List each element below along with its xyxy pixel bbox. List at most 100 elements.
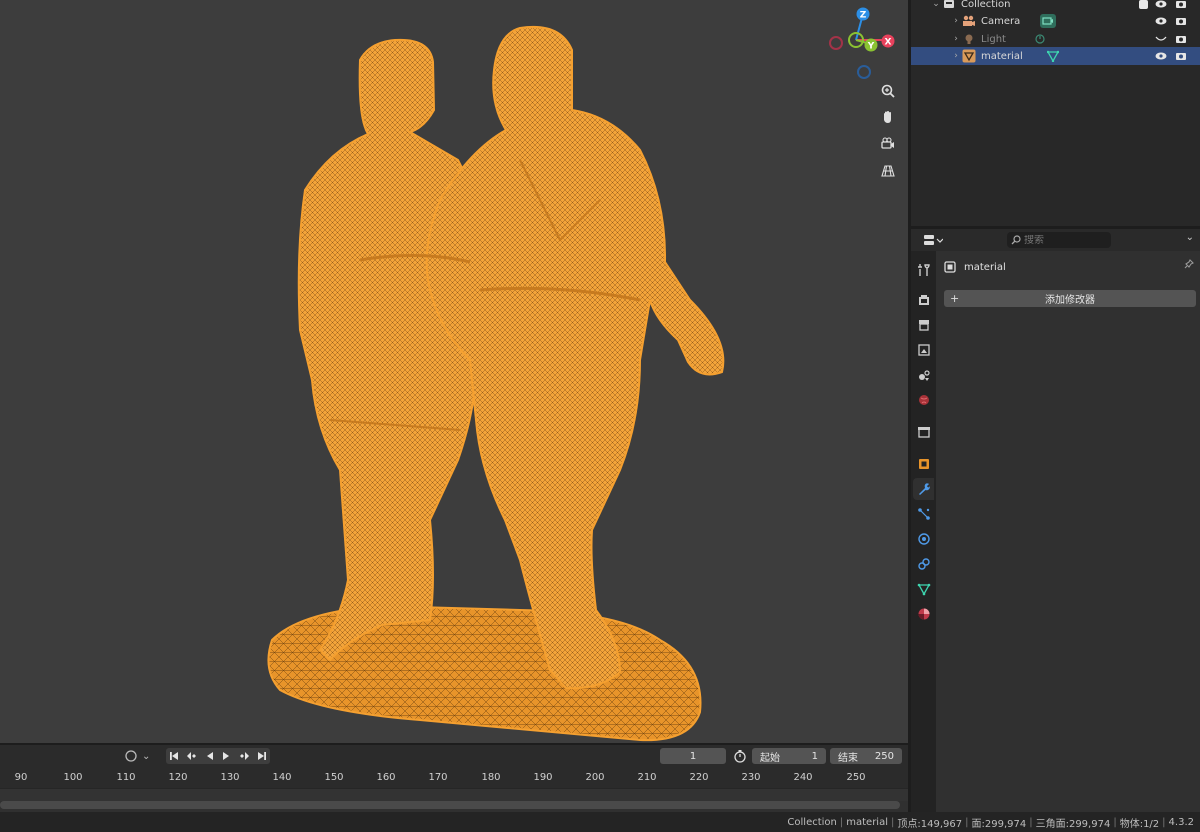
status-bar: Collection | material | 顶点:149,967 | 面:299,… <box>0 812 1200 832</box>
view-layer-icon <box>917 344 930 356</box>
pin-icon[interactable] <box>1184 259 1194 272</box>
chevron-right-icon[interactable]: › <box>951 34 961 44</box>
render-camera-icon[interactable] <box>1174 49 1188 63</box>
frame-tick: 140 <box>272 772 292 783</box>
status-vertices: 顶点:149,967 <box>897 818 963 830</box>
eye-icon[interactable] <box>1154 14 1168 28</box>
properties-search[interactable] <box>1007 232 1111 248</box>
prev-keyframe-icon[interactable] <box>186 751 198 761</box>
axis-gizmo[interactable]: X Z Y <box>826 6 902 82</box>
end-frame-field[interactable]: 结束 250 <box>830 748 902 764</box>
neg-z-handle[interactable] <box>857 65 871 79</box>
mesh-data-icon[interactable] <box>1045 49 1061 63</box>
tab-scene[interactable] <box>913 364 934 386</box>
tab-object[interactable] <box>913 453 934 475</box>
tab-data[interactable] <box>913 578 934 600</box>
tab-constraints[interactable] <box>913 553 934 575</box>
properties-editor[interactable]: ⌄ material + 添加修改器 <box>911 229 1200 812</box>
frame-tick: 120 <box>168 772 188 783</box>
current-frame-field[interactable]: 1 <box>660 748 726 764</box>
tab-tool[interactable] <box>913 259 934 281</box>
mesh-object-icon <box>961 49 977 63</box>
render-camera-icon[interactable] <box>1174 0 1188 11</box>
render-icon <box>918 295 929 305</box>
tab-physics[interactable] <box>913 528 934 550</box>
collection-label: Collection <box>961 0 1011 10</box>
tab-collection[interactable] <box>913 421 934 443</box>
pan-button[interactable] <box>876 105 900 129</box>
play-icon[interactable] <box>221 751 231 761</box>
3d-viewport[interactable]: X Z Y <box>0 0 908 743</box>
frame-tick: 230 <box>741 772 761 783</box>
eye-icon[interactable] <box>1154 0 1168 11</box>
perspective-toggle-button[interactable] <box>876 159 900 183</box>
neg-x-handle[interactable] <box>829 36 843 50</box>
outliner-row-light[interactable]: › Light <box>911 30 1200 48</box>
light-object-icon <box>961 32 977 46</box>
start-frame-field[interactable]: 起始 1 <box>752 748 826 764</box>
frame-tick: 130 <box>220 772 240 783</box>
keying-dropdown[interactable]: ⌄ <box>124 748 154 764</box>
chevron-right-icon[interactable]: › <box>951 16 961 26</box>
camera-view-button[interactable] <box>876 132 900 156</box>
chevron-down-icon[interactable]: ⌄ <box>931 0 941 9</box>
next-keyframe-icon[interactable] <box>238 751 250 761</box>
chevron-down-icon[interactable]: ⌄ <box>1186 232 1194 243</box>
output-icon <box>918 320 929 331</box>
tab-material[interactable] <box>913 603 934 625</box>
object-name-row: material <box>944 259 1006 275</box>
tab-world[interactable] <box>913 389 934 411</box>
editor-type-icon <box>924 235 943 245</box>
frame-tick: 110 <box>116 772 136 783</box>
zoom-button[interactable] <box>876 79 900 103</box>
eye-closed-icon[interactable] <box>1154 32 1168 46</box>
eye-icon[interactable] <box>1154 49 1168 63</box>
tab-particles[interactable] <box>913 503 934 525</box>
render-camera-icon[interactable] <box>1174 32 1188 46</box>
mesh-data-icon <box>917 583 930 596</box>
camera-data-icon[interactable] <box>1040 14 1057 28</box>
object-name: material <box>964 261 1006 273</box>
play-reverse-icon[interactable] <box>205 751 215 761</box>
frame-tick: 250 <box>846 772 866 783</box>
tab-modifiers[interactable] <box>913 478 934 500</box>
physics-icon <box>917 533 930 545</box>
tab-output[interactable] <box>913 314 934 336</box>
frame-tick: 100 <box>63 772 83 783</box>
frame-tick: 240 <box>793 772 813 783</box>
timeline-editor[interactable]: ⌄ 1 起始 1 结束 250 90 100 110 120 130 140 1… <box>0 745 908 812</box>
search-icon <box>1011 235 1021 245</box>
x-axis-label: X <box>885 38 892 48</box>
add-modifier-label: 添加修改器 <box>1045 295 1095 306</box>
frame-tick: 90 <box>14 772 28 783</box>
jump-start-icon[interactable] <box>169 751 179 761</box>
editor-type-dropdown[interactable] <box>919 232 947 248</box>
chevron-right-icon[interactable]: › <box>951 51 961 61</box>
frame-ruler[interactable]: 90 100 110 120 130 140 150 160 170 180 1… <box>0 767 908 789</box>
jump-end-icon[interactable] <box>257 751 267 761</box>
tool-icon <box>917 264 930 276</box>
outliner-panel[interactable]: ⌄ Collection › Camera › Light › material <box>911 0 1200 226</box>
outliner-row-material[interactable]: › material <box>911 47 1200 65</box>
plus-icon: + <box>950 292 960 305</box>
timeline-scrollbar[interactable] <box>0 801 900 809</box>
outliner-row-camera[interactable]: › Camera <box>911 12 1200 30</box>
collection-checkbox[interactable] <box>1139 0 1148 9</box>
keyframe-track[interactable] <box>0 789 908 801</box>
frame-tick: 200 <box>585 772 605 783</box>
status-object: material <box>846 816 888 828</box>
camera-object-icon <box>961 14 977 28</box>
add-modifier-button[interactable]: + 添加修改器 <box>944 290 1196 307</box>
stopwatch-icon[interactable] <box>733 749 747 763</box>
properties-tab-bar <box>911 251 936 812</box>
status-faces: 面:299,974 <box>971 818 1027 830</box>
search-input[interactable] <box>1024 234 1104 246</box>
render-camera-icon[interactable] <box>1174 14 1188 28</box>
tab-render[interactable] <box>913 289 934 311</box>
tab-view-layer[interactable] <box>913 339 934 361</box>
start-label: 起始 <box>760 752 780 764</box>
statue-wireframe-mesh[interactable] <box>0 0 908 743</box>
light-data-icon[interactable] <box>1032 32 1048 46</box>
status-collection: Collection <box>787 816 837 828</box>
status-objects: 物体:1/2 <box>1119 818 1160 830</box>
